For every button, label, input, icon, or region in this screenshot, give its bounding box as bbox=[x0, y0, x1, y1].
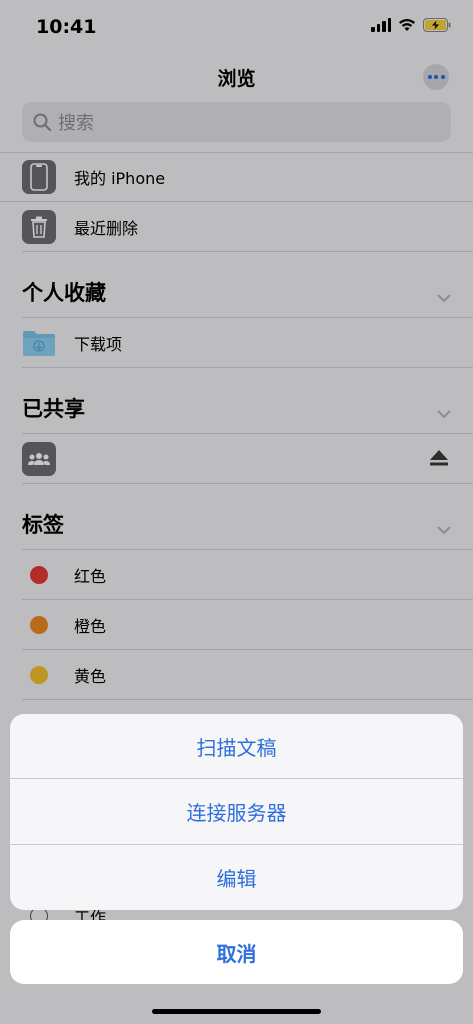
cancel-button[interactable]: 取消 bbox=[10, 920, 463, 984]
edit-button[interactable]: 编辑 bbox=[10, 845, 463, 910]
scan-documents-button[interactable]: 扫描文稿 bbox=[10, 714, 463, 780]
connect-to-server-button[interactable]: 连接服务器 bbox=[10, 779, 463, 845]
action-sheet: 扫描文稿 连接服务器 编辑 bbox=[10, 714, 463, 910]
home-indicator[interactable] bbox=[152, 1009, 321, 1014]
